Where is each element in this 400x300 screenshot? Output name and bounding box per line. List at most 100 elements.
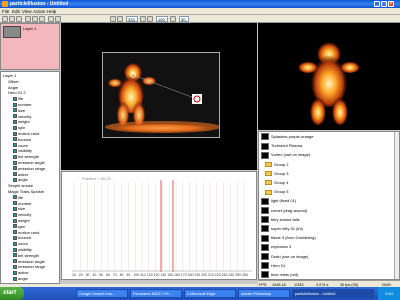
redo-icon[interactable] xyxy=(55,16,61,22)
tree-item[interactable]: spin xyxy=(13,224,25,230)
library-folder[interactable]: Group 4 xyxy=(261,179,288,187)
library-scrollbar[interactable] xyxy=(394,132,399,279)
task-particleillusion[interactable]: particleIllusion - Untitled xyxy=(292,289,374,298)
library-item-label: super nifty 01 (lnl) xyxy=(271,226,303,231)
tree-item[interactable]: Offset xyxy=(8,79,19,85)
paste-icon[interactable] xyxy=(39,16,45,22)
task-panorama[interactable]: Panorama IMG17-Pe... xyxy=(130,289,182,298)
tree-item[interactable]: number xyxy=(13,201,32,207)
tree-item-label: spin xyxy=(18,125,26,131)
tree-item[interactable]: Magic Trails Sparkle xyxy=(8,189,44,195)
emitter-thumbnail xyxy=(261,253,269,261)
tree-item[interactable]: angle xyxy=(13,276,28,282)
tree-item[interactable]: life xyxy=(13,195,23,201)
library-item-label: Group 5 xyxy=(274,189,289,195)
tree-item[interactable]: Simple smoke xyxy=(8,183,33,189)
frame-field[interactable]: 333 xyxy=(126,16,138,22)
new-icon[interactable] xyxy=(2,16,8,22)
menu-help[interactable]: Help xyxy=(47,9,56,14)
tree-item[interactable]: weight xyxy=(13,119,30,125)
tree-item[interactable]: emission angle xyxy=(13,160,45,166)
title-bar: particleIllusion - Untitled _ □ × xyxy=(0,0,400,8)
cut-icon[interactable] xyxy=(25,16,31,22)
tree-item[interactable]: velocity xyxy=(13,114,31,120)
tree-item[interactable]: Angle xyxy=(8,85,18,91)
library-emitter[interactable]: Splashes purple-orange xyxy=(261,133,313,141)
copy-icon[interactable] xyxy=(32,16,38,22)
tree-item[interactable]: motion rand. xyxy=(13,230,40,236)
tree-item[interactable]: active xyxy=(13,172,28,178)
zoom-field[interactable]: 100 xyxy=(156,16,168,22)
library-emitter[interactable]: Vortex (use on image) xyxy=(261,151,310,159)
play-icon[interactable] xyxy=(117,16,123,22)
menu-action[interactable]: Action xyxy=(33,9,46,14)
tree-item[interactable]: size xyxy=(13,108,25,114)
maximize-button[interactable]: □ xyxy=(381,1,387,7)
menu-view[interactable]: View xyxy=(22,9,32,14)
tree-item[interactable]: Hero 01 2 xyxy=(8,90,26,96)
tree-item-label: emission range xyxy=(18,165,46,171)
library-folder[interactable]: Group 5 xyxy=(261,188,288,196)
tree-item[interactable]: emission angle xyxy=(13,259,45,265)
library-emitter[interactable]: super nifty 01 (lnl) xyxy=(261,225,303,233)
tree-item[interactable]: angle xyxy=(13,177,28,183)
tree-item[interactable]: tint strength xyxy=(13,154,39,160)
ruler-label: 90 xyxy=(126,273,131,277)
tree-item-label: life xyxy=(18,96,24,102)
tree-item[interactable]: zoom xyxy=(13,143,28,149)
record-icon[interactable] xyxy=(140,16,146,22)
tree-item[interactable]: active xyxy=(13,270,28,276)
tree-item[interactable]: emission range xyxy=(13,264,45,270)
tree-item[interactable]: visibility xyxy=(13,247,32,253)
library-emitter[interactable]: fiery smoke falls xyxy=(261,216,300,224)
tree-item[interactable]: spin xyxy=(13,125,25,131)
curve-color-swatch xyxy=(13,206,17,211)
start-button[interactable]: start xyxy=(0,287,24,300)
grid-icon[interactable] xyxy=(170,16,176,22)
library-emitter[interactable]: Hero 01 xyxy=(261,262,285,270)
rewind-icon[interactable] xyxy=(110,16,116,22)
ruler-label: 110 xyxy=(140,273,146,277)
library-item-label: Hero 01 xyxy=(271,262,286,268)
task-photoshop[interactable]: Adobe Photoshop xyxy=(238,289,290,298)
tree-item[interactable]: motion rand. xyxy=(13,131,40,137)
undo-icon[interactable] xyxy=(48,16,54,22)
save-icon[interactable] xyxy=(16,16,22,22)
library-folder[interactable]: Group 2 xyxy=(261,161,288,169)
library-emitter[interactable]: Turbulent Plasma xyxy=(261,142,302,150)
tree-item[interactable]: emission range xyxy=(13,166,45,172)
tree-item[interactable]: weight xyxy=(13,218,30,224)
task-google[interactable]: Google Search Ima... xyxy=(76,289,128,298)
curve-color-swatch xyxy=(13,201,17,206)
library-emitter[interactable]: Drain (use on image) xyxy=(261,253,308,261)
tree-item[interactable]: bounce xyxy=(13,137,31,143)
tree-item[interactable]: velocity xyxy=(13,212,31,218)
tree-item[interactable]: life xyxy=(13,96,23,102)
tree-item[interactable]: number xyxy=(13,102,32,108)
tree-item[interactable]: zoom xyxy=(13,241,28,247)
stage-canvas[interactable] xyxy=(102,52,220,138)
open-icon[interactable] xyxy=(9,16,15,22)
library-emitter[interactable]: light (fixed 01) xyxy=(261,197,296,205)
menu-edit[interactable]: Edit xyxy=(12,9,20,14)
tree-item[interactable]: tint strength xyxy=(13,253,39,259)
tree-item[interactable]: visibility xyxy=(13,148,32,154)
emitter-tree[interactable]: Layer 1 Offset Angle Hero 01 2 life number siz… xyxy=(0,71,60,284)
emitter-library[interactable]: Splashes purple-orange Turbulent Plasma Vo… xyxy=(258,131,400,280)
timeline-graph[interactable]: Position = 00.21 10 20 30 40 50 60 70 80 90 100 11… xyxy=(61,171,257,280)
close-button[interactable]: × xyxy=(388,1,394,7)
minimize-button[interactable]: _ xyxy=(374,1,380,7)
tree-item[interactable]: bounce xyxy=(13,235,31,241)
library-emitter[interactable]: explosion 3 xyxy=(261,243,291,251)
loop-icon[interactable] xyxy=(147,16,153,22)
library-emitter[interactable]: blue mists (old) xyxy=(261,271,298,279)
library-emitter[interactable]: flame 3 (from Gouldberg) xyxy=(261,234,316,242)
tree-item[interactable]: Layer 1 xyxy=(3,73,16,79)
tree-item[interactable]: size xyxy=(13,206,25,212)
library-folder[interactable]: Group 3 xyxy=(261,170,288,178)
task-edge[interactable]: 4 Microsoft Edge xyxy=(184,289,236,298)
library-emitter[interactable]: comet (drag around) xyxy=(261,207,307,215)
menu-file[interactable]: File xyxy=(2,9,9,14)
fps-field[interactable]: 30 xyxy=(179,16,189,22)
layer-panel[interactable]: Layer 1 xyxy=(0,23,60,70)
